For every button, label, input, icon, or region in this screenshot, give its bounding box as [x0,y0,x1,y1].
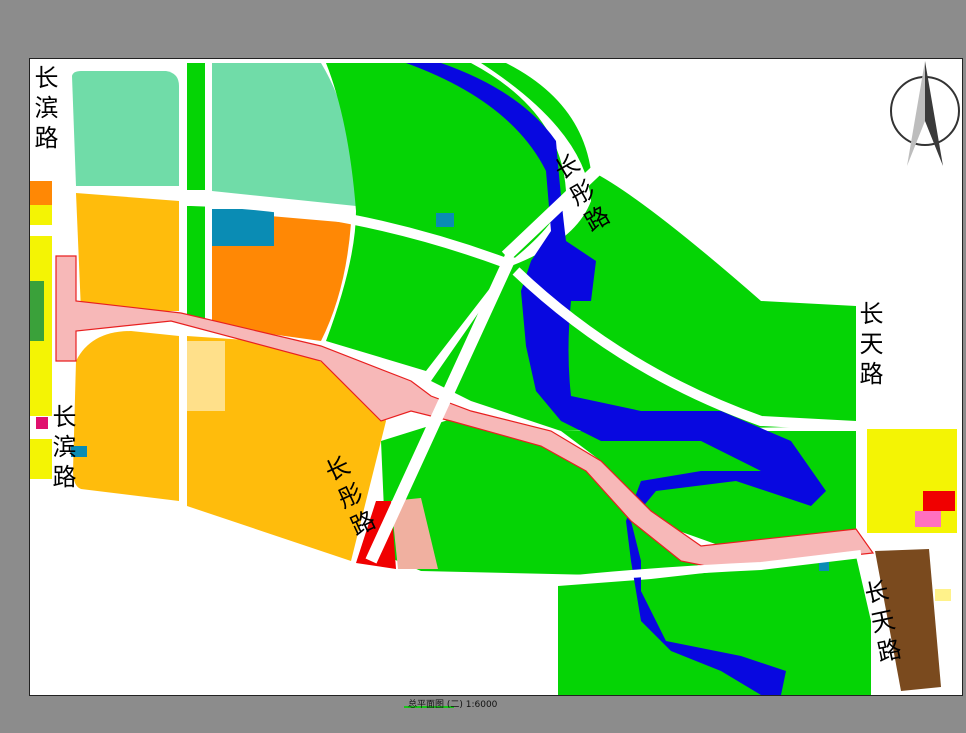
site-plan-map [30,61,960,695]
magenta-marker [36,417,48,429]
pale-yellow-small [935,589,951,601]
green-strip-2 [187,206,205,326]
orange-edge-left [30,181,52,205]
residential-block-1 [72,71,179,186]
pale-yellow-patch [187,341,225,411]
green-strip-1 [187,63,205,190]
red-block-east [923,491,955,511]
pink-block-east [915,511,941,527]
teal-facility-3 [436,213,454,227]
north-arrow-icon [890,61,960,166]
road-label-changbin-north: 长滨路 [30,65,58,155]
map-caption: 总平面图 (二) 1:6000 [408,700,498,710]
commercial-block-1 [76,193,179,311]
yellow-block-east [867,429,957,533]
road-label-changtian-east: 长天路 [855,301,883,391]
map-frame: 长滨路 长滨路 长彤路 长彤路 长天路 长天路 [29,58,963,696]
commercial-block-3 [73,331,179,501]
teal-facility-1 [212,209,274,246]
road-label-changbin-south: 长滨路 [48,404,76,494]
green-edge-left [30,281,44,341]
